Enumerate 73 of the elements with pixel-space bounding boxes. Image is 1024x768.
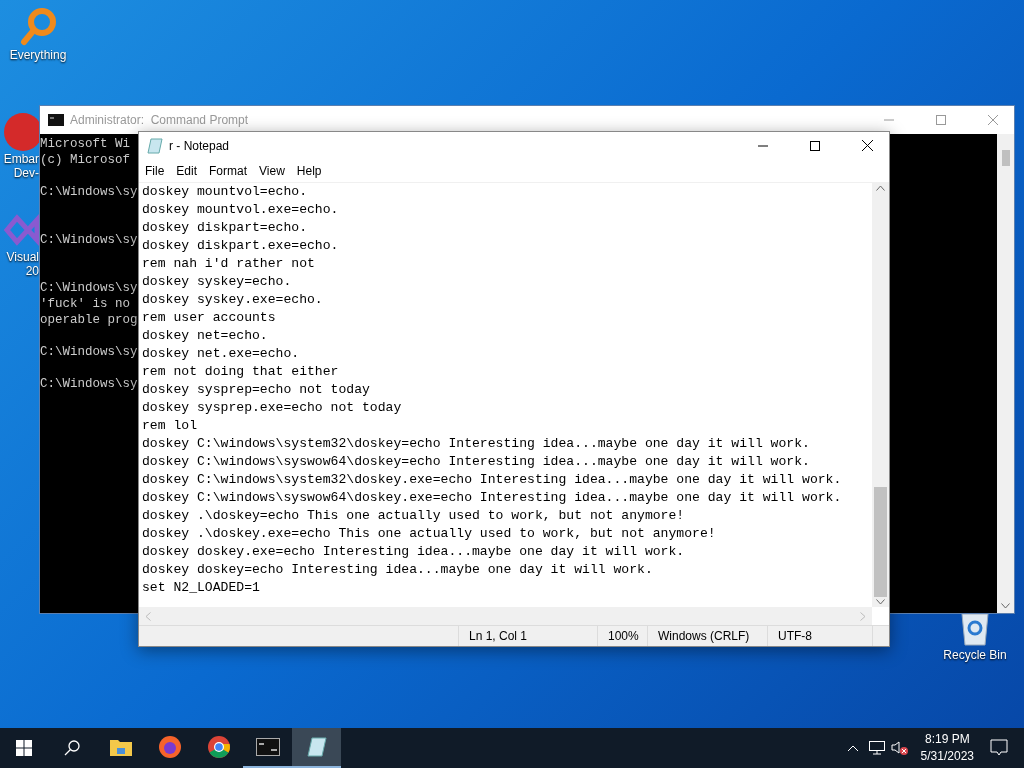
windows-logo-icon	[16, 740, 32, 756]
text-line: doskey C:\windows\system32\doskey=echo Interesting idea...maybe one day it will work.	[142, 435, 810, 453]
text-line: doskey net=echo.	[142, 327, 268, 345]
icon-label[interactable]: Visual	[6, 250, 39, 264]
text-line: doskey .\doskey=echo This one actually used to work, but not anymore!	[142, 507, 685, 525]
close-icon[interactable]	[862, 140, 873, 151]
menu-item[interactable]: View	[255, 161, 289, 180]
browser-globe-icon	[157, 735, 182, 759]
window-title: r - Notepad	[169, 137, 230, 155]
status-text: UTF-8	[778, 628, 812, 645]
scrollbar-thumb[interactable]	[1001, 150, 1010, 166]
console-line: C:\Windows\sy	[40, 184, 138, 200]
text-line: doskey diskpart.exe=echo.	[142, 237, 339, 255]
notepad-icon	[147, 137, 163, 154]
icon-label[interactable]: Everything	[9, 48, 67, 62]
text-line: rem nah i'd rather not	[142, 255, 315, 273]
scrollbar[interactable]	[997, 134, 1014, 613]
text-line: doskey syskey=echo.	[142, 273, 292, 291]
window-title: Administrator: Command Prompt	[70, 112, 249, 129]
search-icon	[64, 740, 80, 756]
icon-label[interactable]: Recycle Bin	[943, 646, 1007, 664]
icon-label[interactable]: 20	[25, 264, 39, 278]
text-line: doskey doskey.exe=echo Interesting idea...maybe one day it will work.	[142, 543, 685, 561]
text-line: doskey C:\windows\system32\doskey.exe=echo Interesting idea...maybe one day it will work.	[142, 471, 842, 489]
text-line: rem lol	[142, 417, 197, 435]
notification-icon[interactable]	[990, 739, 1008, 757]
browser-circle-icon	[206, 735, 231, 759]
console-line: C:\Windows\sy	[40, 376, 138, 392]
console-line: C:\Windows\sy	[40, 280, 138, 296]
status-text: Windows (CRLF)	[658, 628, 750, 645]
status-text: Ln 1, Col 1	[469, 628, 528, 645]
console-line: C:\Windows\sy	[40, 232, 138, 248]
text-line: doskey syskey.exe=echo.	[142, 291, 323, 309]
menu-item[interactable]: Help	[292, 161, 326, 180]
console-line: (c) Microsof	[40, 152, 130, 168]
text-line: doskey diskpart=echo.	[142, 219, 307, 237]
clock-date[interactable]: 5/31/2023	[920, 748, 974, 765]
text-line: doskey sysprep.exe=echo not today	[142, 399, 402, 417]
menu-item[interactable]: Format	[205, 161, 252, 180]
vertical-scrollbar[interactable]	[872, 183, 889, 607]
notepad-icon	[305, 736, 328, 758]
muted-speaker-icon[interactable]	[890, 740, 909, 756]
text-line: doskey mountvol=echo.	[142, 183, 307, 201]
text-line: doskey net.exe=echo.	[142, 345, 300, 363]
console-line: operable prog	[40, 312, 138, 328]
clock-time[interactable]: 8:19 PM	[924, 731, 970, 748]
magnifier-icon	[18, 6, 58, 48]
icon-label[interactable]: Embar	[3, 152, 39, 166]
console-line: Microsoft Wi	[40, 136, 130, 152]
menu-item[interactable]: File	[141, 161, 169, 180]
maximize-icon[interactable]	[810, 140, 820, 151]
text-line: doskey doskey=echo Interesting idea...maybe one day it will work.	[142, 561, 653, 579]
text-line: rem user accounts	[142, 309, 276, 327]
text-line: doskey .\doskey.exe=echo This one actually used to work, but not anymore!	[142, 525, 716, 543]
text-line: doskey mountvol.exe=echo.	[142, 201, 339, 219]
scrollbar-thumb[interactable]	[874, 487, 887, 597]
chevron-down-icon[interactable]	[1001, 603, 1010, 609]
console-line: 'fuck' is no	[40, 296, 130, 312]
icon-label[interactable]: Dev-	[13, 166, 39, 180]
text-line: doskey C:\windows\syswow64\doskey=echo Interesting idea...maybe one day it will work.	[142, 453, 810, 471]
folder-icon	[108, 737, 133, 757]
network-icon[interactable]	[868, 741, 885, 755]
text-line: rem not doing that either	[142, 363, 339, 381]
text-line: set N2_LOADED=1	[142, 579, 260, 597]
text-line: doskey sysprep=echo not today	[142, 381, 370, 399]
terminal-icon	[255, 738, 280, 756]
status-text: 100%	[608, 628, 639, 645]
console-line: C:\Windows\sy	[40, 344, 138, 360]
chevron-down-icon[interactable]	[876, 599, 885, 605]
terminal-icon	[48, 114, 64, 126]
text-line: doskey C:\windows\syswow64\doskey.exe=echo Interesting idea...maybe one day it will work.	[142, 489, 842, 507]
menu-item[interactable]: Edit	[172, 161, 202, 180]
taskbar-app-button[interactable]	[292, 728, 341, 768]
